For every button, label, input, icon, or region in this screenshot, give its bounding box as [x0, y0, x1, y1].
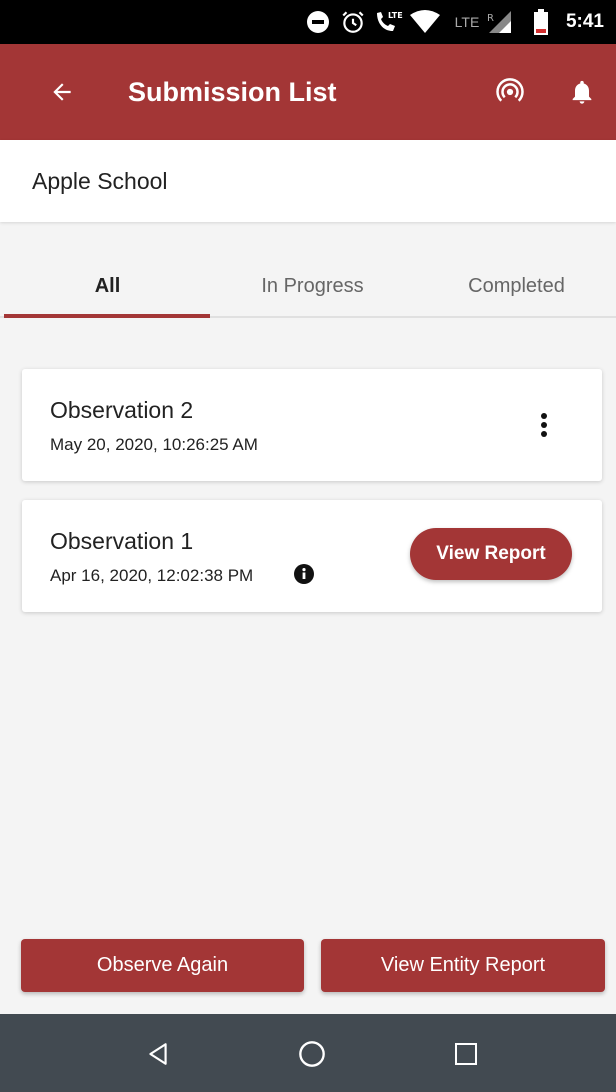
- view-report-button[interactable]: View Report: [410, 528, 572, 580]
- tab-completed[interactable]: Completed: [414, 256, 616, 316]
- alarm-icon: [338, 0, 368, 44]
- info-icon[interactable]: [294, 564, 314, 584]
- broadcast-button[interactable]: [490, 72, 530, 112]
- broadcast-icon: [496, 78, 524, 102]
- bell-icon: [572, 80, 592, 104]
- status-bar: LTE LTE R 5:41: [0, 0, 616, 44]
- submission-tabs: All In Progress Completed: [0, 256, 616, 318]
- tab-all[interactable]: All: [5, 256, 210, 316]
- wifi-icon: [408, 0, 442, 44]
- do-not-disturb-icon: [304, 0, 332, 44]
- nav-back-icon: [149, 1043, 167, 1065]
- entity-name: Apple School: [32, 168, 168, 194]
- more-options-icon: [541, 413, 547, 437]
- submission-date: May 20, 2020, 10:26:25 AM: [50, 435, 258, 454]
- submission-title: Observation 2: [50, 397, 194, 423]
- entity-header: Apple School: [0, 140, 616, 222]
- observe-again-button[interactable]: Observe Again: [21, 939, 304, 992]
- page-title: Submission List: [128, 77, 337, 107]
- nav-recents-icon: [455, 1043, 477, 1065]
- submission-date: Apr 16, 2020, 12:02:38 PM: [50, 566, 254, 585]
- submission-card[interactable]: Observation 2 May 20, 2020, 10:26:25 AM: [22, 369, 602, 481]
- mobile-signal-icon: R: [484, 0, 514, 44]
- tab-in-progress[interactable]: In Progress: [210, 256, 415, 316]
- volte-call-icon: LTE: [372, 0, 406, 44]
- nav-back-button[interactable]: [134, 1030, 182, 1078]
- view-entity-report-button[interactable]: View Entity Report: [321, 939, 605, 992]
- app-bar: Submission List: [0, 44, 616, 140]
- back-button[interactable]: [42, 72, 82, 112]
- lte-label: LTE: [454, 14, 480, 30]
- battery-low-icon: [530, 0, 552, 44]
- submission-card[interactable]: Observation 1 Apr 16, 2020, 12:02:38 PM …: [22, 500, 602, 612]
- nav-home-icon: [299, 1041, 325, 1067]
- nav-home-button[interactable]: [288, 1030, 336, 1078]
- nav-recents-button[interactable]: [442, 1030, 490, 1078]
- notifications-button[interactable]: [562, 72, 602, 112]
- roaming-label: R: [487, 13, 494, 24]
- back-arrow-icon: [53, 83, 71, 101]
- svg-text:LTE: LTE: [388, 11, 403, 20]
- system-nav-bar: [0, 1014, 616, 1092]
- submission-title: Observation 1: [50, 528, 194, 554]
- active-tab-indicator: [4, 314, 210, 318]
- more-options-button[interactable]: [530, 409, 558, 441]
- clock-time: 5:41: [565, 11, 604, 32]
